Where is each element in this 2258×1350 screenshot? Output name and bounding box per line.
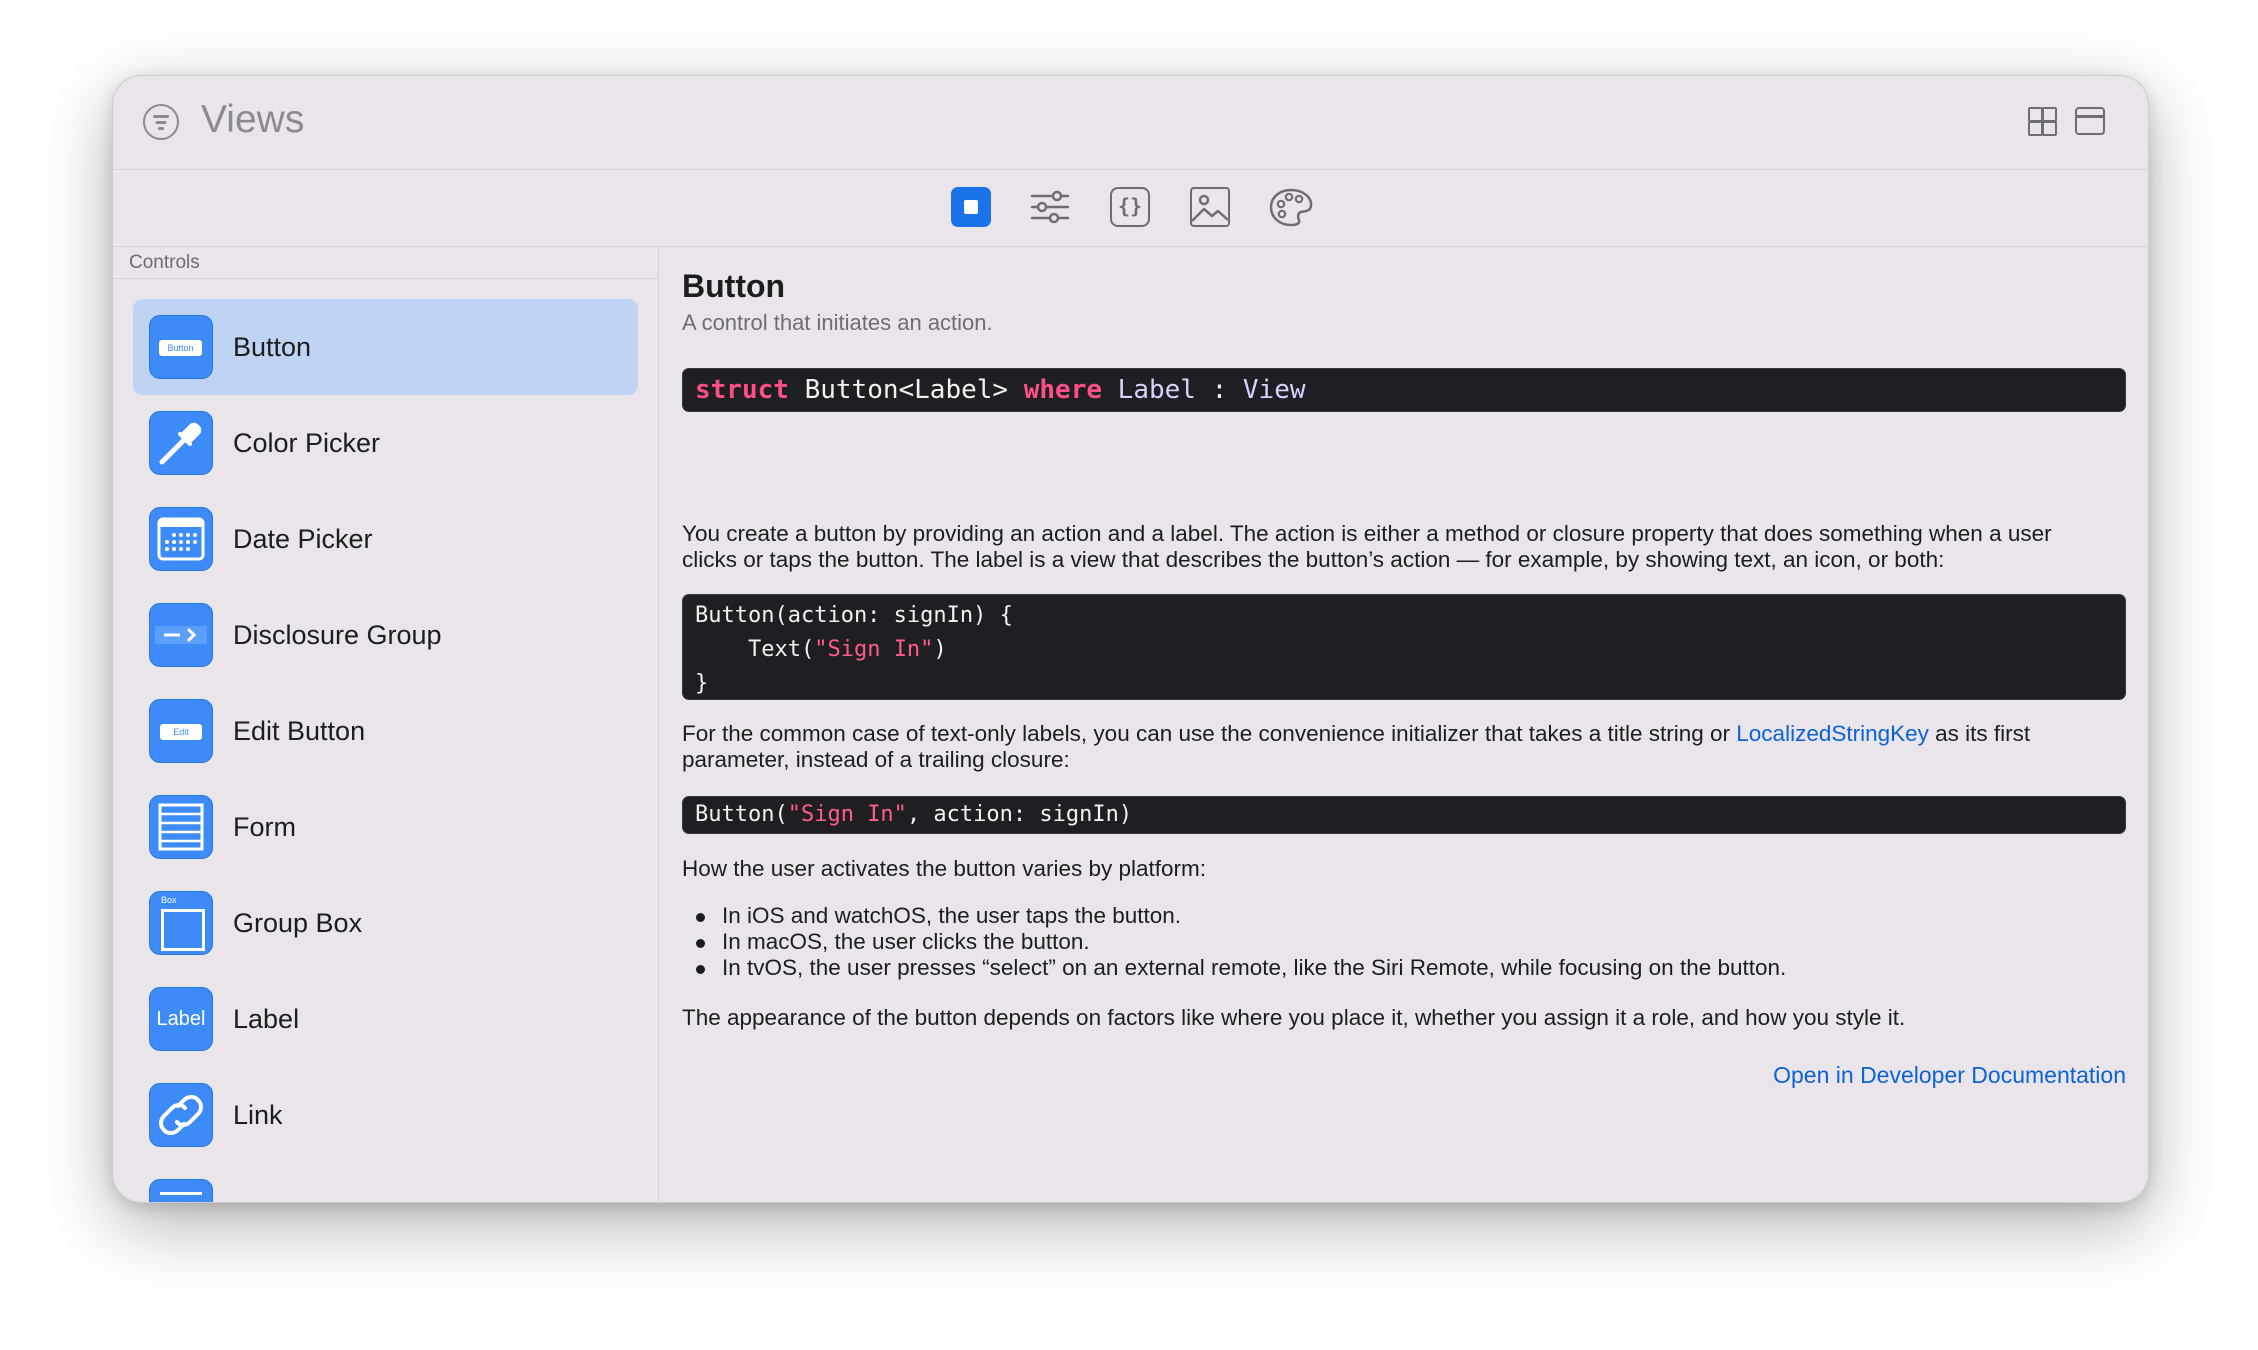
sidebar-item-date-picker[interactable]: Date Picker (133, 491, 638, 587)
views-tab[interactable] (951, 187, 991, 227)
sidebar-item-group-box[interactable]: Box Group Box (133, 875, 638, 971)
declaration-code: struct Button<Label> where Label : View (682, 368, 2126, 412)
description-paragraph: You create a button by providing an acti… (682, 521, 2052, 572)
sidebar-item-label: Label (233, 1004, 300, 1034)
sidebar-item-label: Link (233, 1100, 283, 1130)
title-bar: Views (113, 76, 2148, 170)
colors-tab[interactable] (1268, 187, 1313, 227)
sidebar-item-edit-button[interactable]: Edit Edit Button (133, 683, 638, 779)
group-box-icon: Box (149, 891, 213, 955)
label-icon: Label (149, 987, 213, 1051)
platform-paragraph: How the user activates the button varies… (682, 856, 1207, 881)
link-icon (149, 1083, 213, 1147)
sidebar-item-label-view[interactable]: Label Label (133, 971, 638, 1067)
edit-button-icon: Edit (149, 699, 213, 763)
sidebar-item-link[interactable]: Link (133, 1067, 638, 1163)
list-item: In macOS, the user clicks the button. (696, 929, 1786, 955)
images-tab[interactable] (1190, 187, 1230, 227)
sidebar-item-label: Date Picker (233, 524, 373, 554)
disclosure-icon (149, 603, 213, 667)
code-example-inline: Button("Sign In", action: signIn) (682, 796, 2126, 834)
sidebar-item-disclosure-group[interactable]: Disclosure Group (133, 587, 638, 683)
sliders-icon (1030, 190, 1070, 224)
image-icon (1192, 194, 1228, 222)
code-snippets-tab[interactable]: {} (1110, 187, 1150, 227)
detail-subtitle: A control that initiates an action. (682, 310, 993, 335)
window-title: Views (201, 98, 305, 141)
sidebar-item-label: Button (233, 332, 312, 362)
sidebar: Controls Button Button Color Picker Date… (113, 246, 659, 1202)
sidebar-item-label: Form (233, 812, 296, 842)
form-icon (149, 795, 213, 859)
sidebar-item-form[interactable]: Form (133, 779, 638, 875)
sidebar-section-header: Controls (113, 246, 658, 279)
open-documentation-link[interactable]: Open in Developer Documentation (1773, 1062, 2126, 1089)
grid-view-icon[interactable] (2028, 107, 2058, 137)
detail-panel-icon[interactable] (2075, 107, 2105, 135)
sidebar-item-label: Color Picker (233, 428, 381, 458)
sidebar-item-color-picker[interactable]: Color Picker (133, 395, 638, 491)
appearance-paragraph: The appearance of the button depends on … (682, 1005, 1906, 1030)
detail-title: Button (682, 268, 786, 304)
filter-icon[interactable] (143, 104, 179, 140)
library-toolbar: {} (113, 169, 2148, 247)
button-icon: Button (149, 315, 213, 379)
sidebar-item-button[interactable]: Button Button (133, 299, 638, 395)
sidebar-item-label: Edit Button (233, 716, 366, 746)
sidebar-item-partial[interactable] (133, 1163, 638, 1202)
code-example-block: Button(action: signIn) { Text("Sign In")… (682, 594, 2126, 700)
modifiers-tab[interactable] (1030, 187, 1070, 227)
detail-pane: Button A control that initiates an actio… (682, 246, 2126, 1202)
list-icon (149, 1179, 213, 1202)
palette-icon (1269, 188, 1313, 227)
eyedropper-icon (149, 411, 213, 475)
calendar-icon (149, 507, 213, 571)
platform-list: In iOS and watchOS, the user taps the bu… (696, 903, 1786, 981)
sidebar-item-label: Disclosure Group (233, 620, 442, 650)
library-window: Views {} Controls Button Button Color Pi… (112, 75, 2149, 1203)
localized-string-key-link[interactable]: LocalizedStringKey (1736, 721, 1929, 746)
list-item: In iOS and watchOS, the user taps the bu… (696, 903, 1786, 929)
sidebar-item-label: Group Box (233, 908, 363, 938)
list-item: In tvOS, the user presses “select” on an… (696, 955, 1786, 981)
convenience-paragraph: For the common case of text-only labels,… (682, 721, 2031, 772)
